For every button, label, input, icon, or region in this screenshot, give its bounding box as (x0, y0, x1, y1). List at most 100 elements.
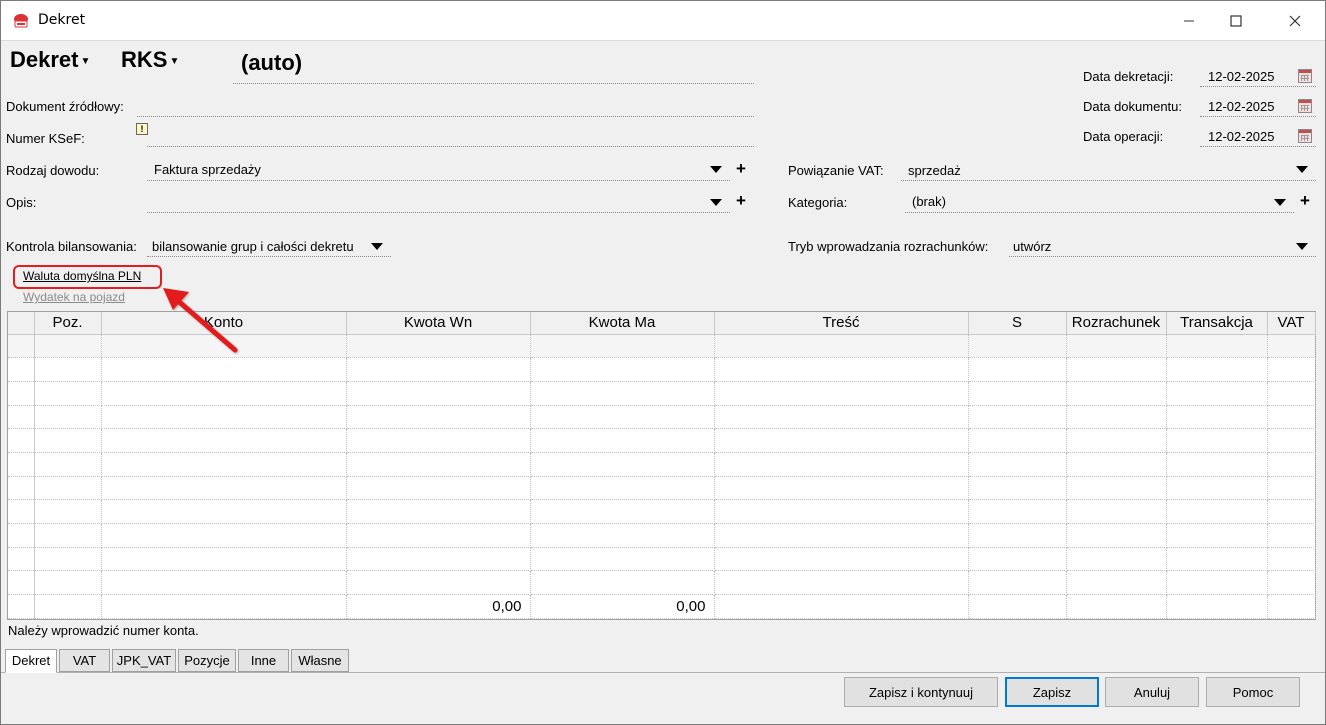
table-cell[interactable] (101, 523, 347, 548)
tab-pozycje[interactable]: Pozycje (178, 649, 236, 672)
table-cell[interactable] (968, 523, 1067, 548)
calendar-icon[interactable] (1298, 69, 1312, 83)
table-cell[interactable] (1066, 428, 1167, 453)
table-cell[interactable] (968, 452, 1067, 477)
table-cell[interactable] (101, 357, 347, 382)
table-cell[interactable] (101, 428, 347, 453)
table-cell[interactable] (530, 476, 715, 501)
table-cell[interactable] (714, 570, 969, 596)
table-cell[interactable] (1166, 334, 1268, 359)
table-cell[interactable] (1166, 452, 1268, 477)
table-cell[interactable] (714, 452, 969, 477)
table-cell[interactable] (34, 357, 102, 382)
table-cell[interactable] (34, 499, 102, 524)
table-row[interactable] (8, 476, 1316, 501)
table-cell[interactable] (968, 547, 1067, 572)
powiazanie-vat-value[interactable]: sprzedaż (908, 163, 961, 178)
waluta-link[interactable]: Waluta domyślna PLN (23, 269, 141, 283)
table-cell[interactable] (968, 428, 1067, 453)
table-cell[interactable] (8, 357, 35, 382)
table-cell[interactable] (8, 428, 35, 453)
column-header-kwota-wn[interactable]: Kwota Wn (346, 312, 531, 335)
table-cell[interactable] (101, 547, 347, 572)
table-cell[interactable] (34, 476, 102, 501)
register-dropdown[interactable]: RKS ▼ (121, 47, 179, 73)
kategoria-add-button[interactable]: + (1300, 192, 1310, 209)
table-row[interactable] (8, 381, 1316, 406)
rodzaj-dowodu-dropdown-icon[interactable] (710, 166, 722, 173)
table-row[interactable] (8, 570, 1316, 596)
data-dekretacji-input[interactable]: 12-02-2025 (1208, 69, 1275, 84)
table-cell[interactable] (8, 381, 35, 406)
table-cell[interactable] (346, 357, 531, 382)
opis-input[interactable] (151, 194, 701, 210)
table-cell[interactable] (1166, 381, 1268, 406)
table-cell[interactable] (1166, 405, 1268, 430)
table-cell[interactable] (8, 570, 35, 596)
table-cell[interactable] (8, 499, 35, 524)
table-cell[interactable] (714, 381, 969, 406)
table-row[interactable] (8, 357, 1316, 382)
table-cell[interactable] (1267, 547, 1316, 572)
table-cell[interactable] (101, 405, 347, 430)
column-header-transakcja[interactable]: Transakcja (1166, 312, 1268, 335)
table-cell[interactable] (1066, 523, 1167, 548)
table-row[interactable] (8, 523, 1316, 548)
table-cell[interactable] (8, 547, 35, 572)
table-cell[interactable] (34, 547, 102, 572)
calendar-icon[interactable] (1298, 129, 1312, 143)
save-and-continue-button[interactable]: Zapisz i kontynuuj (844, 677, 998, 707)
rodzaj-dowodu-value[interactable]: Faktura sprzedaży (154, 162, 261, 177)
table-cell[interactable] (1267, 405, 1316, 430)
table-cell[interactable] (968, 476, 1067, 501)
rodzaj-dowodu-add-button[interactable]: + (736, 160, 746, 177)
calendar-icon[interactable] (1298, 99, 1312, 113)
table-cell[interactable] (1267, 594, 1316, 619)
table-cell[interactable] (8, 334, 35, 359)
table-cell[interactable] (346, 476, 531, 501)
table-row[interactable] (8, 405, 1316, 430)
tab-jpk-vat[interactable]: JPK_VAT (112, 649, 176, 672)
table-cell[interactable] (34, 452, 102, 477)
table-cell[interactable] (1267, 476, 1316, 501)
table-cell[interactable] (530, 428, 715, 453)
dokument-zrodlowy-input[interactable] (151, 99, 751, 115)
table-cell[interactable] (1267, 523, 1316, 548)
table-cell[interactable] (1267, 570, 1316, 596)
table-cell[interactable] (530, 357, 715, 382)
totals-row[interactable]: 0,00 0,00 (8, 594, 1316, 619)
table-cell[interactable] (530, 381, 715, 406)
maximize-button[interactable] (1213, 1, 1259, 41)
table-cell[interactable] (8, 594, 35, 619)
table-cell[interactable] (1066, 594, 1167, 619)
table-cell[interactable] (101, 452, 347, 477)
table-cell[interactable] (1166, 547, 1268, 572)
table-cell[interactable] (968, 381, 1067, 406)
kontrola-bilansowania-value[interactable]: bilansowanie grup i całości dekretu (152, 239, 354, 254)
minimize-button[interactable] (1166, 1, 1212, 41)
table-cell[interactable] (34, 523, 102, 548)
table-cell[interactable] (1267, 428, 1316, 453)
table-cell[interactable] (101, 381, 347, 406)
dekret-type-dropdown[interactable]: Dekret ▼ (10, 47, 90, 73)
table-cell[interactable] (1066, 452, 1167, 477)
data-dokumentu-input[interactable]: 12-02-2025 (1208, 99, 1275, 114)
table-cell[interactable] (1066, 334, 1167, 359)
table-cell[interactable] (1166, 357, 1268, 382)
table-cell[interactable] (346, 428, 531, 453)
table-cell[interactable] (968, 499, 1067, 524)
table-cell[interactable] (714, 476, 969, 501)
table-cell[interactable] (530, 334, 715, 359)
table-cell[interactable] (1066, 381, 1167, 406)
table-cell[interactable] (1066, 570, 1167, 596)
table-cell[interactable] (8, 405, 35, 430)
table-cell[interactable] (714, 523, 969, 548)
table-cell[interactable] (101, 499, 347, 524)
table-cell[interactable] (34, 570, 102, 596)
table-cell[interactable] (714, 334, 969, 359)
data-operacji-input[interactable]: 12-02-2025 (1208, 129, 1275, 144)
table-cell[interactable] (8, 476, 35, 501)
table-cell[interactable] (1066, 357, 1167, 382)
table-cell[interactable] (1267, 381, 1316, 406)
table-cell[interactable] (1066, 476, 1167, 501)
